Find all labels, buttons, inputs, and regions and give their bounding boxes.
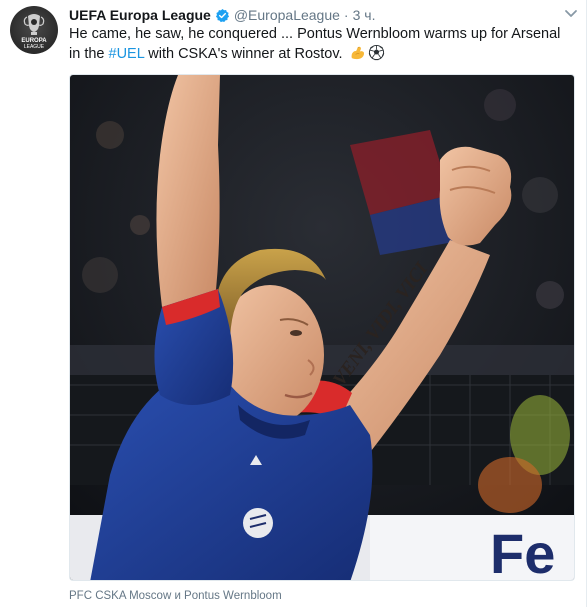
banner-text: Fe (490, 522, 555, 581)
author-name[interactable]: UEFA Europa League (69, 5, 211, 25)
tweet-photo[interactable]: Fe VENI, VIDI, VICI (69, 74, 575, 581)
hashtag-link[interactable]: #UEL (109, 46, 145, 62)
header-separator: · (343, 7, 349, 23)
flexed-biceps-icon (351, 46, 364, 60)
europa-league-logo-icon: EUROPA LEAGUE (21, 14, 47, 50)
verified-badge-icon (215, 8, 229, 22)
photo-illustration: Fe VENI, VIDI, VICI (70, 75, 574, 581)
tweet-timestamp[interactable]: 3 ч. (353, 5, 376, 25)
logo-line2: LEAGUE (24, 44, 45, 50)
tweet-header: UEFA Europa League @EuropaLeague · 3 ч. (69, 5, 375, 25)
photo-caption[interactable]: PFC CSKA Moscow и Pontus Wernbloom (69, 589, 282, 603)
tweet-text-part2: with CSKA's winner at Rostov. (144, 46, 347, 62)
soccer-ball-icon (368, 44, 384, 61)
avatar[interactable]: EUROPA LEAGUE (10, 6, 58, 54)
panel-border (586, 0, 587, 607)
chevron-down-icon[interactable] (563, 8, 579, 20)
author-handle[interactable]: @EuropaLeague (234, 5, 340, 25)
tweet-text: He came, he saw, he conquered ... Pontus… (69, 24, 569, 64)
